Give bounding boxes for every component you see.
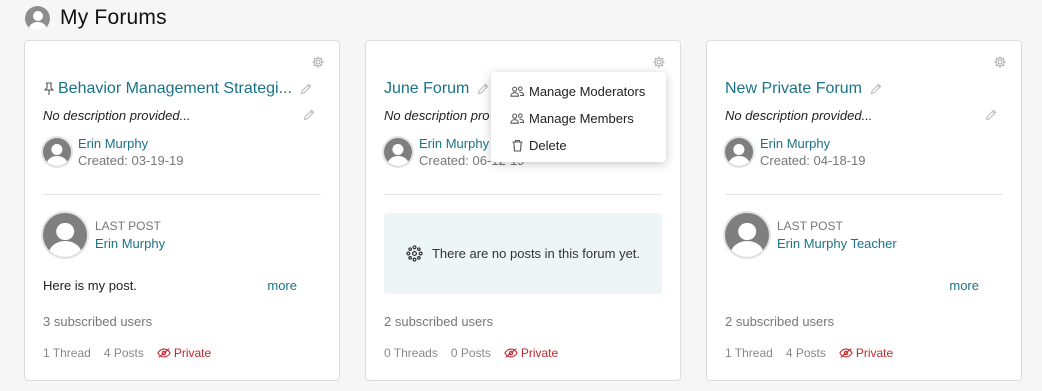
post-count: 4 Posts: [785, 346, 826, 360]
subscribed-count: 2 subscribed users: [384, 314, 494, 329]
private-badge[interactable]: Private: [839, 346, 893, 360]
pencil-icon[interactable]: [870, 83, 882, 95]
private-badge[interactable]: Private: [504, 346, 558, 360]
created-date: Created: 03-19-19: [78, 153, 184, 168]
spinner-icon: [406, 245, 423, 262]
pin-icon: [43, 82, 55, 95]
post-excerpt: Here is my post.: [43, 278, 137, 293]
creator-name-link[interactable]: Erin Murphy: [78, 135, 184, 152]
post-count: 0 Posts: [450, 346, 491, 360]
forum-card: New Private Forum No description provide…: [706, 40, 1022, 381]
empty-posts-message: There are no posts in this forum yet.: [431, 246, 641, 261]
empty-posts-panel: There are no posts in this forum yet.: [384, 213, 662, 294]
users-icon: [510, 113, 525, 124]
subscribed-count: 3 subscribed users: [43, 314, 153, 329]
forum-title-row: New Private Forum: [725, 78, 1003, 100]
avatar: [384, 138, 412, 166]
forum-stats: 1 Thread 4 Posts Private: [725, 346, 893, 360]
menu-item-label: Manage Members: [529, 111, 634, 126]
menu-item-label: Delete: [529, 138, 567, 153]
eye-slash-icon: [157, 348, 171, 358]
forum-creator: Erin Murphy Created: 03-19-19: [43, 135, 184, 169]
private-badge[interactable]: Private: [157, 346, 211, 360]
subscribed-count: 2 subscribed users: [725, 314, 835, 329]
forum-card: Behavior Management Strategi... No descr…: [24, 40, 340, 381]
forum-title-link[interactable]: June Forum: [384, 80, 469, 98]
forum-description: No description provided...: [725, 108, 873, 123]
pencil-icon[interactable]: [303, 109, 315, 121]
private-label: Private: [520, 346, 559, 360]
forum-title-row: Behavior Management Strategi...: [43, 78, 321, 100]
gear-icon[interactable]: [311, 55, 325, 69]
private-label: Private: [855, 346, 894, 360]
menu-item-manage-members[interactable]: Manage Members: [491, 105, 666, 132]
thread-count: 1 Thread: [43, 346, 91, 360]
forum-stats: 1 Thread 4 Posts Private: [43, 346, 211, 360]
forum-stats: 0 Threads 0 Posts Private: [384, 346, 558, 360]
created-date: Created: 04-18-19: [760, 153, 866, 168]
gear-icon[interactable]: [652, 55, 666, 69]
pencil-icon[interactable]: [985, 109, 997, 121]
private-label: Private: [173, 346, 212, 360]
last-post: LAST POST Erin Murphy: [43, 213, 165, 257]
user-avatar-icon: [25, 5, 50, 31]
thread-count: 1 Thread: [725, 346, 773, 360]
eye-slash-icon: [839, 348, 853, 358]
thread-count: 0 Threads: [384, 346, 438, 360]
menu-item-manage-moderators[interactable]: Manage Moderators: [491, 78, 666, 105]
users-icon: [510, 86, 525, 97]
forum-title-link[interactable]: New Private Forum: [725, 80, 862, 98]
forum-creator: Erin Murphy Created: 04-18-19: [725, 135, 866, 169]
avatar: [43, 138, 71, 166]
divider: [725, 194, 1003, 195]
last-post-author-link[interactable]: Erin Murphy Teacher: [777, 235, 897, 253]
forum-description: No description provided...: [43, 108, 191, 123]
menu-item-delete[interactable]: Delete: [491, 132, 666, 159]
last-post-author-link[interactable]: Erin Murphy: [95, 235, 165, 253]
more-link[interactable]: more: [949, 278, 979, 293]
last-post: LAST POST Erin Murphy Teacher: [725, 213, 897, 257]
divider: [384, 194, 662, 195]
eye-slash-icon: [504, 348, 518, 358]
pencil-icon[interactable]: [477, 83, 489, 95]
menu-item-label: Manage Moderators: [529, 84, 646, 99]
pencil-icon[interactable]: [300, 83, 312, 95]
forum-title-link[interactable]: Behavior Management Strategi...: [58, 80, 292, 98]
avatar: [725, 138, 753, 166]
avatar: [43, 213, 87, 257]
divider: [43, 194, 321, 195]
last-post-label: LAST POST: [95, 219, 161, 233]
post-count: 4 Posts: [103, 346, 144, 360]
last-post-label: LAST POST: [777, 219, 843, 233]
trash-icon: [512, 139, 523, 152]
avatar: [725, 213, 769, 257]
forum-description: No description pro: [384, 108, 490, 123]
gear-icon[interactable]: [993, 55, 1007, 69]
more-link[interactable]: more: [267, 278, 297, 293]
page-header: My Forums: [25, 4, 167, 32]
page-title: My Forums: [60, 6, 167, 29]
forum-settings-menu: Manage Moderators Manage Members Delete: [491, 72, 666, 162]
creator-name-link[interactable]: Erin Murphy: [760, 135, 866, 152]
